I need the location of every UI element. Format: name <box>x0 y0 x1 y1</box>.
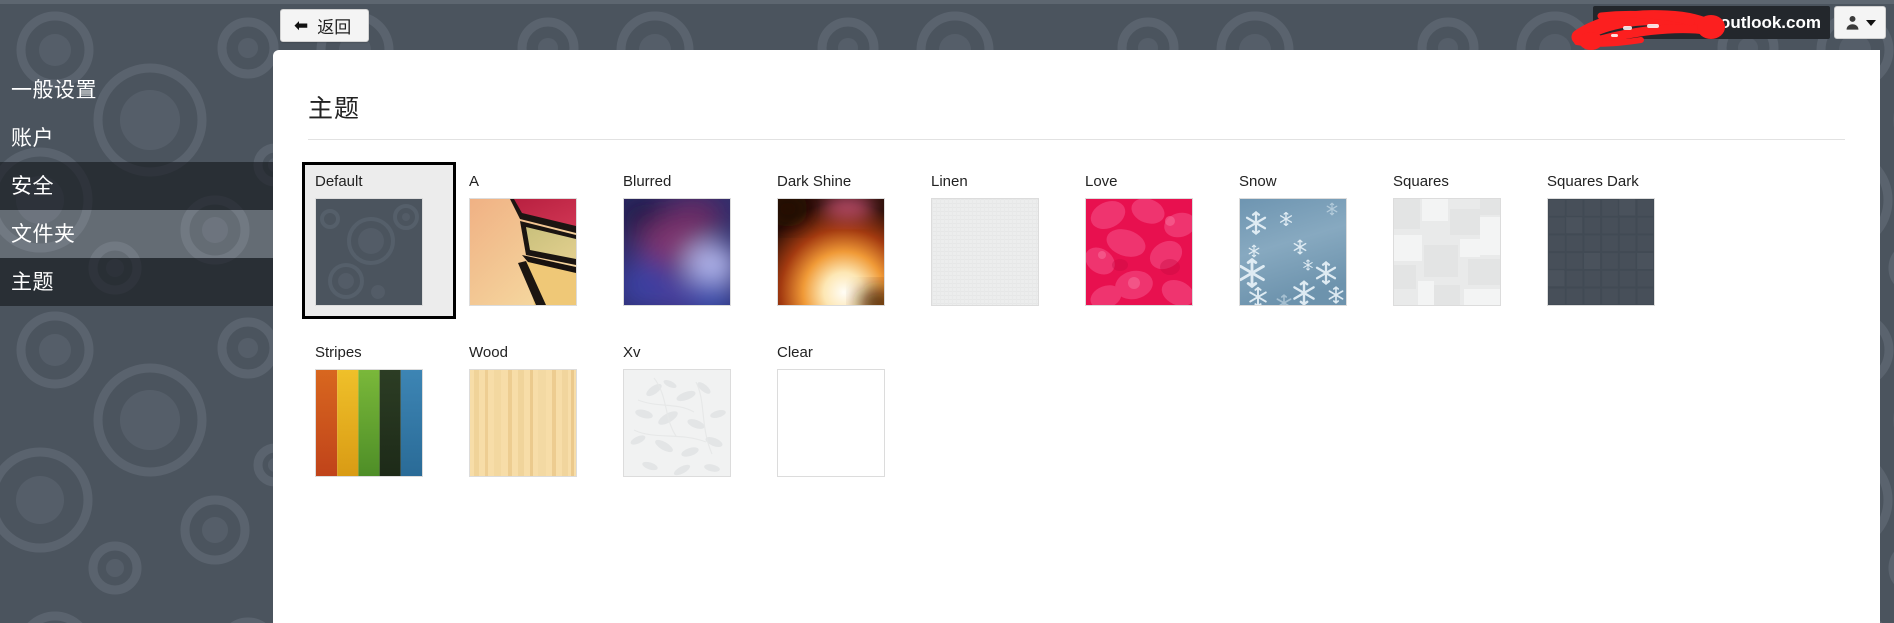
sidebar-nav: 一般设置 账户 安全 文件夹 主题 <box>0 0 273 623</box>
sidebar-item-themes[interactable]: 主题 <box>0 258 273 306</box>
theme-card-dark-shine[interactable]: Dark Shine <box>764 162 918 319</box>
theme-label: Squares Dark <box>1547 173 1639 190</box>
theme-label: Snow <box>1239 173 1277 190</box>
profile-menu-button[interactable] <box>1834 6 1886 39</box>
content-panel: 主题 Default A Blurred Dark Shine Linen Lo… <box>273 50 1880 623</box>
theme-thumbnail-squares <box>1393 198 1501 306</box>
theme-thumbnail-linen <box>931 198 1039 306</box>
account-email-domain: @outlook.com <box>1703 12 1821 32</box>
theme-thumbnail-squares-dark <box>1547 198 1655 306</box>
theme-thumbnail-clear <box>777 369 885 477</box>
settings-window: 一般设置 账户 安全 文件夹 主题 ⬅ 返回 xxxxxxxx <box>0 0 1894 623</box>
theme-card-squares[interactable]: Squares <box>1380 162 1534 319</box>
page-title: 主题 <box>308 95 361 123</box>
theme-label: Xv <box>623 344 641 361</box>
arrow-left-icon: ⬅ <box>294 16 309 35</box>
theme-card-xv[interactable]: Xv <box>610 333 764 490</box>
sidebar-item-label: 一般设置 <box>11 78 97 102</box>
theme-card-snow[interactable]: Snow <box>1226 162 1380 319</box>
account-area: xxxxxxxx <box>1571 6 1886 50</box>
email-redaction: xxxxxxxx <box>1571 9 1726 50</box>
theme-thumbnail-a <box>469 198 577 306</box>
theme-thumbnail-stripes <box>315 369 423 477</box>
theme-thumbnail-blurred <box>623 198 731 306</box>
theme-thumbnail-default <box>315 198 423 306</box>
top-bar: ⬅ 返回 xxxxxxxx <box>273 0 1894 50</box>
theme-label: Wood <box>469 344 508 361</box>
theme-card-blurred[interactable]: Blurred <box>610 162 764 319</box>
back-button[interactable]: ⬅ 返回 <box>280 9 370 42</box>
theme-label: Clear <box>777 344 813 361</box>
theme-label: Dark Shine <box>777 173 852 190</box>
theme-thumbnail-wood <box>469 369 577 477</box>
sidebar-item-general[interactable]: 一般设置 <box>0 66 273 114</box>
theme-card-linen[interactable]: Linen <box>918 162 1072 319</box>
chevron-down-icon <box>1866 19 1876 26</box>
theme-card-default[interactable]: Default <box>302 162 456 319</box>
theme-thumbnail-love <box>1085 198 1193 306</box>
sidebar-item-label: 账户 <box>11 126 54 150</box>
theme-card-clear[interactable]: Clear <box>764 333 918 490</box>
theme-label: A <box>469 173 480 190</box>
sidebar-item-account[interactable]: 账户 <box>0 114 273 162</box>
sidebar-item-label: 安全 <box>11 174 54 198</box>
theme-label: Blurred <box>623 173 672 190</box>
theme-thumbnail-snow <box>1239 198 1347 306</box>
title-divider <box>308 139 1845 140</box>
theme-label: Squares <box>1393 173 1449 190</box>
theme-card-stripes[interactable]: Stripes <box>302 333 456 490</box>
user-icon <box>1846 15 1859 30</box>
sidebar-item-label: 文件夹 <box>11 222 76 246</box>
theme-card-wood[interactable]: Wood <box>456 333 610 490</box>
theme-label: Stripes <box>315 344 362 361</box>
theme-label: Love <box>1085 173 1118 190</box>
sidebar-item-security[interactable]: 安全 <box>0 162 273 210</box>
theme-card-love[interactable]: Love <box>1072 162 1226 319</box>
theme-grid: Default A Blurred Dark Shine Linen Love … <box>302 162 1702 504</box>
theme-label: Linen <box>931 173 968 190</box>
theme-card-a[interactable]: A <box>456 162 610 319</box>
sidebar-item-label: 主题 <box>11 270 54 294</box>
theme-card-squares-dark[interactable]: Squares Dark <box>1534 162 1688 319</box>
theme-thumbnail-dark-shine <box>777 198 885 306</box>
sidebar-item-folders[interactable]: 文件夹 <box>0 210 273 258</box>
theme-thumbnail-xv <box>623 369 731 477</box>
back-button-label: 返回 <box>317 18 352 37</box>
theme-label: Default <box>315 173 363 190</box>
account-email[interactable]: xxxxxxxx <box>1571 6 1830 50</box>
